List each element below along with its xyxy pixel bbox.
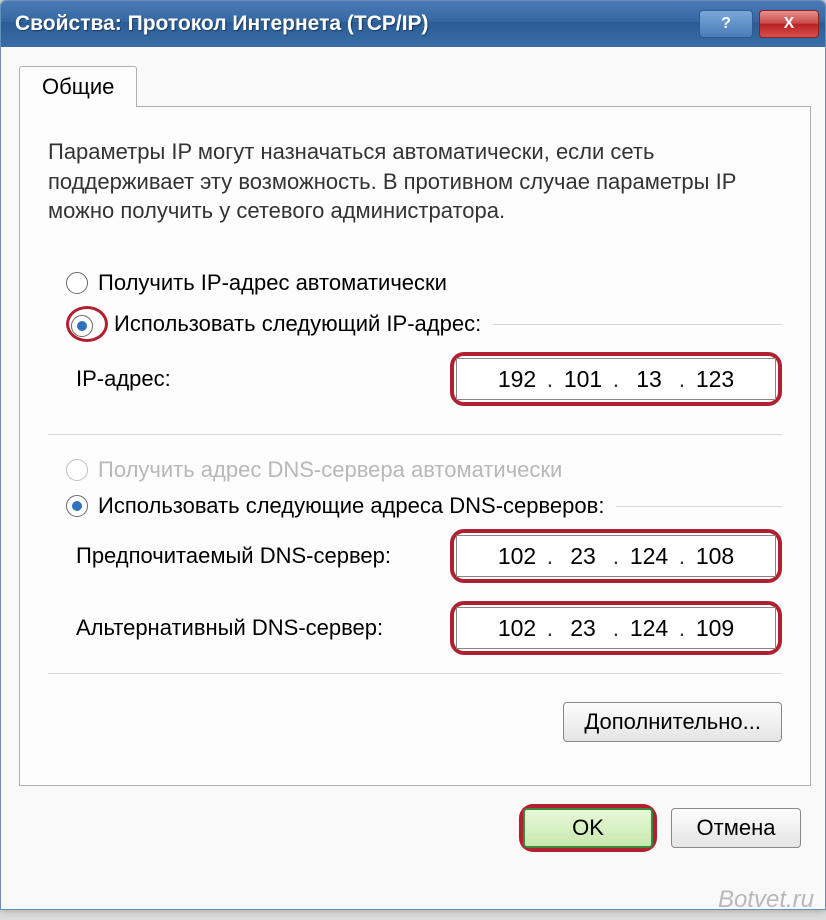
close-icon: X [784,15,795,33]
highlight-box: 192. 101. 13. 123 [450,352,782,406]
cancel-button[interactable]: Отмена [671,808,801,848]
ip-octet[interactable]: 23 [555,615,611,642]
divider [493,324,782,325]
ip-octet[interactable]: 124 [621,615,677,642]
dns-auto-label: Получить адрес DNS-сервера автоматически [98,457,562,483]
dialog-footer: OK Отмена [19,808,811,848]
ip-octet[interactable]: 108 [687,543,743,570]
dns-alternate-input[interactable]: 102. 23. 124. 109 [456,607,776,649]
dns-manual-label: Использовать следующие адреса DNS-сервер… [98,493,604,519]
ip-auto-label: Получить IP-адрес автоматически [98,270,447,296]
divider [48,434,782,435]
ip-octet[interactable]: 102 [489,543,545,570]
tab-strip: Общие [19,65,811,106]
help-icon: ? [721,15,731,33]
ip-auto-option[interactable]: Получить IP-адрес автоматически [66,270,782,296]
radio-icon [71,315,93,337]
highlight-box: OK [523,808,653,848]
radio-icon [66,459,88,481]
description-text: Параметры IP могут назначаться автоматич… [48,137,782,226]
radio-icon [66,272,88,294]
window-title: Свойства: Протокол Интернета (TCP/IP) [15,12,699,36]
ip-octet[interactable]: 109 [687,615,743,642]
advanced-row: Дополнительно... [48,702,782,742]
advanced-button[interactable]: Дополнительно... [563,702,782,742]
dns-preferred-row: Предпочитаемый DNS-сервер: 102. 23. 124.… [76,529,782,583]
ip-octet[interactable]: 192 [489,366,545,393]
dns-alternate-row: Альтернативный DNS-сервер: 102. 23. 124.… [76,601,782,655]
dns-preferred-input[interactable]: 102. 23. 124. 108 [456,535,776,577]
tab-general[interactable]: Общие [19,66,137,107]
client-area: Общие Параметры IP могут назначаться авт… [1,47,825,909]
ip-octet[interactable]: 23 [555,543,611,570]
ip-octet[interactable]: 123 [687,366,743,393]
ok-button[interactable]: OK [523,808,653,848]
ip-address-row: IP-адрес: 192. 101. 13. 123 [76,352,782,406]
divider [48,673,782,674]
ip-address-label: IP-адрес: [76,366,450,392]
radio-icon [66,495,88,517]
dns-alternate-label: Альтернативный DNS-сервер: [76,615,450,641]
tab-panel-general: Параметры IP могут назначаться автоматич… [19,106,811,786]
watermark: Botvet.ru [718,886,814,914]
dns-preferred-label: Предпочитаемый DNS-сервер: [76,543,450,569]
help-button[interactable]: ? [699,10,753,38]
dns-manual-option[interactable]: Использовать следующие адреса DNS-сервер… [66,493,782,519]
ip-octet[interactable]: 124 [621,543,677,570]
titlebar: Свойства: Протокол Интернета (TCP/IP) ? … [1,1,825,47]
highlight-ring [66,306,108,342]
properties-dialog: Свойства: Протокол Интернета (TCP/IP) ? … [0,0,826,910]
highlight-box: 102. 23. 124. 108 [450,529,782,583]
ip-octet[interactable]: 101 [555,366,611,393]
ip-manual-label: Использовать следующий IP-адрес: [114,311,481,337]
close-button[interactable]: X [759,10,819,38]
ip-address-input[interactable]: 192. 101. 13. 123 [456,358,776,400]
dns-auto-option: Получить адрес DNS-сервера автоматически [66,457,782,483]
ip-octet[interactable]: 13 [621,366,677,393]
titlebar-buttons: ? X [699,10,819,38]
ip-octet[interactable]: 102 [489,615,545,642]
ip-manual-option[interactable]: Использовать следующий IP-адрес: [66,306,782,342]
highlight-box: 102. 23. 124. 109 [450,601,782,655]
divider [616,506,782,507]
